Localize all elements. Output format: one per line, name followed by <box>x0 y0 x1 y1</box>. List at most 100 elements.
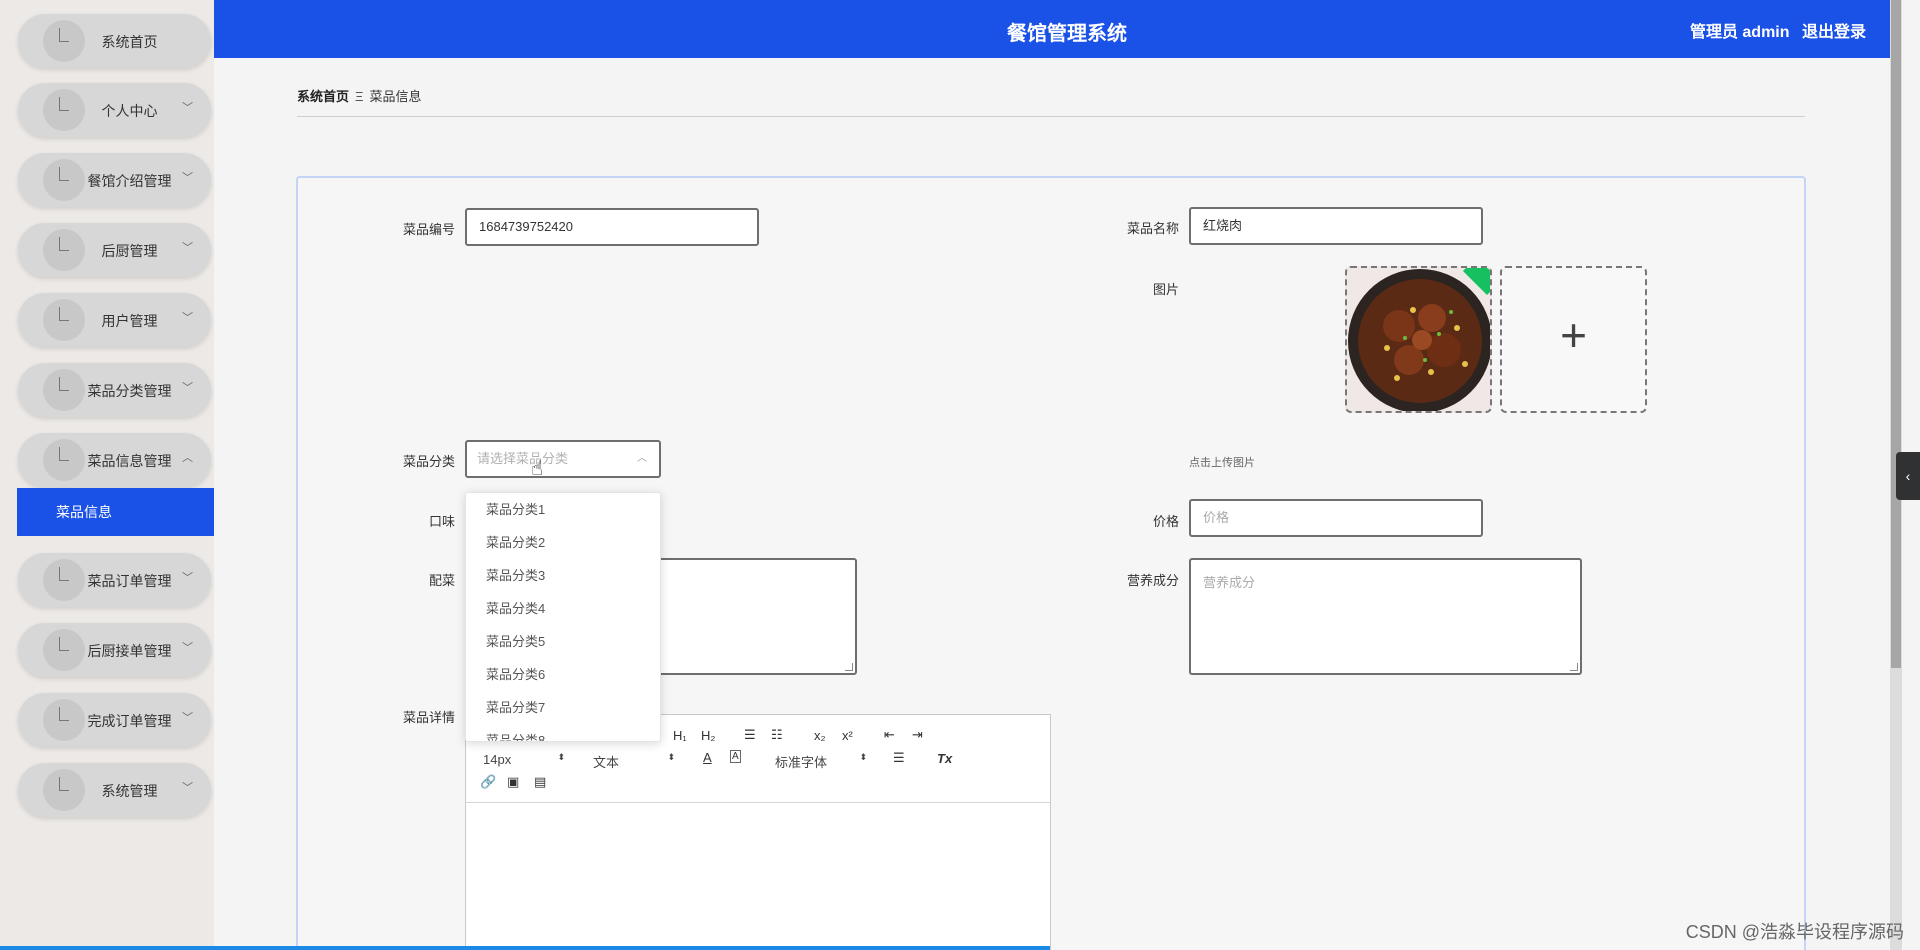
link-icon[interactable]: 🔗 <box>480 774 496 790</box>
ordered-list-icon[interactable]: ☰ <box>744 727 756 743</box>
nutrition-placeholder: 营养成分 <box>1203 575 1256 590</box>
category-dropdown: 菜品分类1 菜品分类2 菜品分类3 菜品分类4 菜品分类5 菜品分类6 菜品分类… <box>465 492 661 742</box>
image-label: 图片 <box>1152 282 1179 297</box>
code-label: 菜品编号 <box>402 222 455 237</box>
sidebar-item-label: 系统管理 <box>101 783 158 799</box>
select-arrows-icon: ⬍ <box>667 752 675 762</box>
font-family-select[interactable]: 标准字体 ⬍ <box>775 752 867 771</box>
sidebar-item-label: 系统首页 <box>101 34 158 50</box>
sidebar-item-home[interactable]: 系统首页 <box>18 14 211 68</box>
dropdown-option[interactable]: 菜品分类3 <box>466 559 660 592</box>
indent-icon[interactable]: ⇥ <box>912 727 923 743</box>
user-area: 管理员 admin 退出登录 <box>1682 18 1866 42</box>
breadcrumb-divider <box>297 116 1805 117</box>
chevron-down-icon: ﹀ <box>182 382 193 394</box>
align-icon[interactable]: ☰ <box>893 750 905 766</box>
scrollbar-thumb[interactable] <box>1891 0 1901 668</box>
side-dish-label: 配菜 <box>428 573 455 588</box>
image-icon[interactable]: ▣ <box>507 774 519 790</box>
heading1-button[interactable]: H₁ <box>673 728 687 743</box>
sidebar-item-personal[interactable]: 个人中心 ﹀ <box>18 83 211 137</box>
app-title: 餐馆管理系统 <box>1007 23 1127 45</box>
font-size-value: 14px <box>483 752 512 767</box>
category-placeholder: 请选择菜品分类 <box>477 451 569 466</box>
dropdown-option[interactable]: 菜品分类2 <box>466 526 660 559</box>
sidebar-item-label: 菜品信息管理 <box>87 453 172 469</box>
dropdown-option[interactable]: 菜品分类5 <box>466 625 660 658</box>
dish-image[interactable] <box>1345 266 1492 413</box>
sidebar-item-category[interactable]: 菜品分类管理 ﹀ <box>18 363 211 417</box>
sidebar-item-completed[interactable]: 完成订单管理 ﹀ <box>18 693 211 747</box>
header-select[interactable]: 文本 ⬍ <box>593 752 675 771</box>
sidebar-item-label: 菜品订单管理 <box>87 573 172 589</box>
user-name[interactable]: 管理员 admin <box>1690 24 1790 41</box>
bullet-list-icon[interactable]: ☷ <box>771 727 783 743</box>
category-select[interactable]: 请选择菜品分类 ︿ <box>465 440 661 478</box>
taste-label: 口味 <box>428 514 455 529</box>
font-color-icon[interactable]: A <box>703 750 712 765</box>
sidebar-item-dishes[interactable]: 菜品信息管理 ︿ <box>18 433 211 487</box>
chevron-down-icon: ﹀ <box>182 312 193 324</box>
dropdown-option[interactable]: 菜品分类4 <box>466 592 660 625</box>
sidebar: 系统首页 个人中心 ﹀ 餐馆介绍管理 ﹀ 后厨管理 ﹀ 用户管理 ﹀ 菜品分类管… <box>0 0 214 950</box>
chevron-down-icon: ﹀ <box>182 242 193 254</box>
background-color-icon[interactable]: A <box>730 750 741 763</box>
subscript-button[interactable]: x₂ <box>814 728 826 743</box>
image-uploader[interactable]: + <box>1500 266 1647 413</box>
sidebar-subitem-dish-info[interactable]: 菜品信息 <box>17 488 214 536</box>
sidebar-item-orders[interactable]: 菜品订单管理 ﹀ <box>18 553 211 607</box>
sidebar-item-label: 菜品分类管理 <box>87 383 172 399</box>
breadcrumb-current: 菜品信息 <box>369 89 422 104</box>
heading2-button[interactable]: H₂ <box>701 728 715 743</box>
sidebar-item-label: 后厨接单管理 <box>87 643 172 659</box>
font-size-select[interactable]: 14px ⬍ <box>483 752 565 767</box>
watermark: CSDN @浩淼毕设程序源码 <box>1685 922 1904 942</box>
side-panel-toggle[interactable]: ‹ <box>1896 452 1920 500</box>
breadcrumb: 系统首页 Ξ 菜品信息 <box>297 86 421 105</box>
hand-cursor-icon: ☝ <box>531 458 544 480</box>
braised-pork-image <box>1348 269 1490 411</box>
clean-format-icon[interactable]: Tx <box>937 751 952 766</box>
chevron-down-icon: ﹀ <box>182 642 193 654</box>
plus-icon: + <box>1560 309 1587 361</box>
superscript-button[interactable]: x² <box>842 728 853 743</box>
code-input[interactable]: 1684739752420 <box>465 208 759 246</box>
logout-button[interactable]: 退出登录 <box>1802 24 1866 41</box>
breadcrumb-home[interactable]: 系统首页 <box>297 89 349 104</box>
name-input[interactable]: 红烧肉 <box>1189 207 1483 245</box>
sidebar-item-kitchen-orders[interactable]: 后厨接单管理 ﹀ <box>18 623 211 677</box>
upload-hint: 点击上传图片 <box>1189 457 1255 469</box>
sidebar-item-label: 完成订单管理 <box>87 713 172 729</box>
price-input[interactable]: 价格 <box>1189 499 1483 537</box>
sidebar-item-users[interactable]: 用户管理 ﹀ <box>18 293 211 347</box>
detail-label: 菜品详情 <box>402 710 455 725</box>
chevron-up-icon: ︿ <box>637 453 647 464</box>
dropdown-option[interactable]: 菜品分类8 <box>466 724 660 741</box>
breadcrumb-separator: Ξ <box>355 89 364 104</box>
sidebar-item-label: 用户管理 <box>101 313 158 329</box>
dropdown-option[interactable]: 菜品分类1 <box>466 493 660 526</box>
chevron-down-icon: ﹀ <box>182 572 193 584</box>
nutrition-textarea[interactable]: 营养成分 <box>1189 558 1582 675</box>
dropdown-option[interactable]: 菜品分类6 <box>466 658 660 691</box>
sidebar-item-system[interactable]: 系统管理 ﹀ <box>18 763 211 817</box>
outdent-icon[interactable]: ⇤ <box>884 727 895 743</box>
select-arrows-icon: ⬍ <box>859 752 867 762</box>
sidebar-item-kitchen[interactable]: 后厨管理 ﹀ <box>18 223 211 277</box>
sidebar-item-intro[interactable]: 餐馆介绍管理 ﹀ <box>18 153 211 207</box>
nutrition-label: 营养成分 <box>1126 573 1179 588</box>
chevron-down-icon: ﹀ <box>182 172 193 184</box>
sidebar-item-label: 后厨管理 <box>101 243 158 259</box>
chevron-down-icon: ﹀ <box>182 712 193 724</box>
name-label: 菜品名称 <box>1126 221 1179 236</box>
rich-text-editor: H₁ H₂ ☰ ☷ x₂ x² ⇤ ⇥ 14px ⬍ 文本 ⬍ A A 标准字体 ⬍ … <box>465 714 1051 950</box>
chevron-down-icon: ﹀ <box>182 782 193 794</box>
video-icon[interactable]: ▤ <box>534 774 546 790</box>
header-value: 文本 <box>593 755 620 770</box>
font-family-value: 标准字体 <box>775 755 828 770</box>
sidebar-item-label: 餐馆介绍管理 <box>87 173 172 189</box>
category-label: 菜品分类 <box>402 454 455 469</box>
dropdown-option[interactable]: 菜品分类7 <box>466 691 660 724</box>
select-arrows-icon: ⬍ <box>557 752 565 762</box>
top-header: 餐馆管理系统 管理员 admin 退出登录 <box>214 0 1890 58</box>
